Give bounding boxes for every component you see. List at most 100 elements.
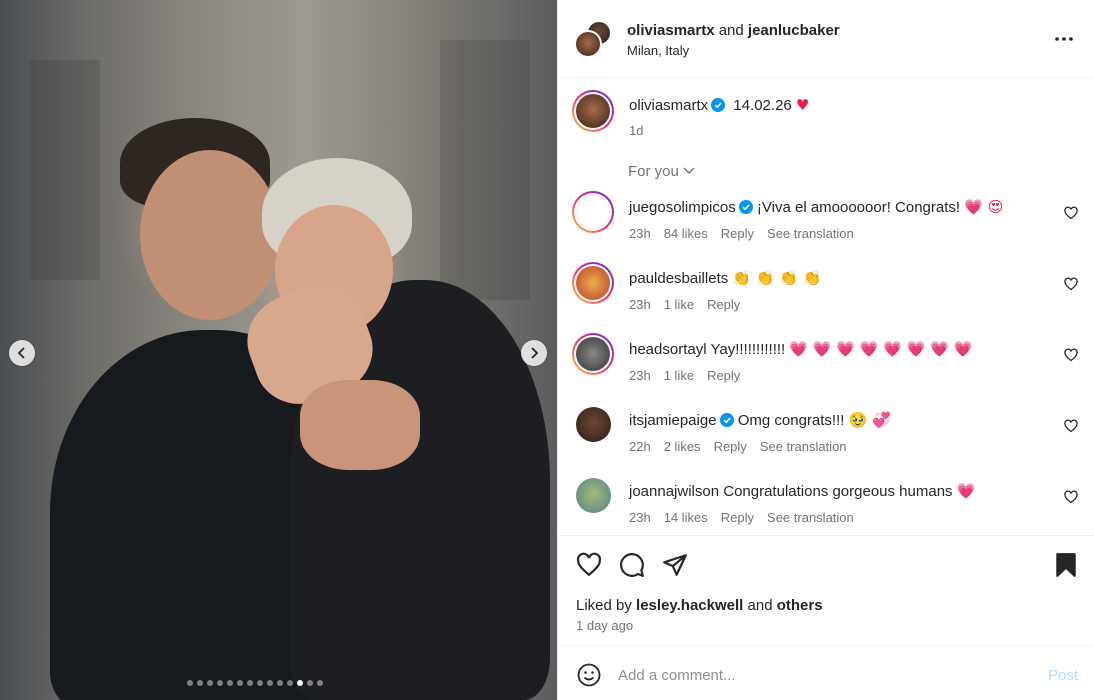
liked-by: Liked by lesley.hackwell and others	[576, 597, 823, 614]
comment-likes-link[interactable]: 14 likes	[664, 510, 708, 525]
comment-meta: 22h 2 likes Reply See translation	[629, 439, 860, 454]
previous-photo-button[interactable]	[9, 340, 35, 366]
collab-avatars[interactable]	[574, 20, 612, 58]
comments-filter-dropdown[interactable]: For you	[628, 163, 695, 180]
comments-filter-label: For you	[628, 163, 679, 180]
like-heart-icon[interactable]	[576, 552, 602, 578]
carousel-dot	[297, 680, 303, 686]
heart-emoji: ♥	[795, 96, 810, 114]
avatar	[574, 30, 602, 58]
comment-like-heart-icon[interactable]	[1064, 419, 1078, 433]
caption-time: 1d	[629, 123, 644, 138]
comment-text: joannajwilson Congratulations gorgeous h…	[629, 482, 975, 500]
comment-bubble-icon[interactable]	[619, 552, 645, 578]
see-translation-button[interactable]: See translation	[767, 510, 854, 525]
see-translation-button[interactable]: See translation	[767, 226, 854, 241]
comment-likes-link[interactable]: 2 likes	[664, 439, 701, 454]
comment-meta: 23h 84 likes Reply See translation	[629, 226, 867, 241]
post-actions: Liked by lesley.hackwell and others 1 da…	[558, 535, 1094, 645]
caption-avatar[interactable]	[572, 90, 614, 132]
comment-text: pauldesbaillets 👏 👏 👏 👏	[629, 269, 821, 287]
comment-reply-button[interactable]: Reply	[721, 226, 754, 241]
emoji-smile-icon[interactable]	[577, 663, 601, 687]
liked-by-others-link[interactable]: others	[777, 597, 823, 614]
comment-time: 23h	[629, 297, 651, 312]
carousel-dot	[207, 680, 213, 686]
caption-text: 14.02.26	[733, 97, 792, 114]
comment-reply-button[interactable]: Reply	[714, 439, 747, 454]
comment-composer: Post	[558, 645, 1094, 700]
comment-reply-button[interactable]: Reply	[707, 368, 740, 383]
chevron-down-icon	[683, 167, 695, 174]
comment-likes-link[interactable]: 1 like	[664, 297, 694, 312]
comment-username[interactable]: joannajwilson	[629, 483, 719, 500]
commenter-avatar[interactable]	[572, 262, 614, 304]
comment-username[interactable]: headsortayl	[629, 341, 707, 358]
comment-input[interactable]	[618, 663, 1018, 687]
authors-and: and	[718, 22, 744, 39]
comment-likes-link[interactable]: 1 like	[664, 368, 694, 383]
next-photo-button[interactable]	[521, 340, 547, 366]
comment-meta: 23h 1 like Reply	[629, 297, 753, 312]
comment-reply-button[interactable]: Reply	[707, 297, 740, 312]
caption-username[interactable]: oliviasmartx	[629, 97, 708, 114]
share-send-icon[interactable]	[662, 552, 688, 578]
carousel-dots	[187, 680, 323, 686]
comment-like-heart-icon[interactable]	[1064, 348, 1078, 362]
carousel-dot	[317, 680, 323, 686]
comment-time: 23h	[629, 226, 651, 241]
comment-emoji: 🥹 💞	[848, 411, 891, 429]
liked-by-and: and	[747, 597, 773, 614]
location-link[interactable]: Milan, Italy	[627, 43, 689, 58]
author-secondary-link[interactable]: jeanlucbaker	[748, 22, 840, 39]
comment-like-heart-icon[interactable]	[1064, 206, 1078, 220]
photo-hand	[300, 380, 420, 470]
comment-username[interactable]: pauldesbaillets	[629, 270, 728, 287]
comment-time: 23h	[629, 368, 651, 383]
carousel-dot	[307, 680, 313, 686]
verified-badge-icon	[719, 413, 734, 427]
carousel-dot	[187, 680, 193, 686]
comment-body: ¡Viva el amoooooor! Congrats!	[756, 199, 961, 216]
comment-meta: 23h 1 like Reply	[629, 368, 753, 383]
comment-text: itsjamiepaige Omg congrats!!! 🥹 💞	[629, 411, 891, 429]
post-authors: oliviasmartx and jeanlucbaker	[627, 22, 840, 39]
comment-text: juegosolimpicos ¡Viva el amoooooor! Cong…	[629, 198, 1003, 216]
more-options-button[interactable]	[1052, 30, 1076, 48]
post-date: 1 day ago	[576, 618, 634, 633]
comment-body: Yay!!!!!!!!!!!!	[710, 341, 786, 358]
commenter-avatar[interactable]	[576, 478, 611, 513]
carousel-dot	[227, 680, 233, 686]
carousel-dot	[247, 680, 253, 686]
comment-username[interactable]: juegosolimpicos	[629, 199, 736, 216]
comment-likes-link[interactable]: 84 likes	[664, 226, 708, 241]
verified-badge-icon	[711, 98, 726, 112]
commenter-avatar[interactable]	[572, 333, 614, 375]
liked-by-prefix: Liked by	[576, 597, 632, 614]
save-bookmark-icon[interactable]	[1053, 552, 1079, 578]
carousel-dot	[257, 680, 263, 686]
caption: oliviasmartx 14.02.26 ♥	[629, 96, 809, 114]
see-translation-button[interactable]: See translation	[760, 439, 847, 454]
comment-username[interactable]: itsjamiepaige	[629, 412, 717, 429]
comment-reply-button[interactable]: Reply	[721, 510, 754, 525]
comment-emoji: 💗 💗 💗 💗 💗 💗 💗 💗	[789, 340, 973, 358]
chevron-left-icon	[17, 347, 25, 359]
comment-like-heart-icon[interactable]	[1064, 490, 1078, 504]
comment-emoji: 👏 👏 👏 👏	[732, 269, 822, 287]
carousel-dot	[267, 680, 273, 686]
carousel-dot	[287, 680, 293, 686]
commenter-avatar[interactable]	[572, 191, 614, 233]
commenter-avatar[interactable]	[576, 407, 611, 442]
carousel-dot	[277, 680, 283, 686]
carousel-dot	[217, 680, 223, 686]
comment-emoji: 💗 😍	[964, 198, 1004, 216]
author-primary-link[interactable]: oliviasmartx	[627, 22, 715, 39]
liked-by-user-link[interactable]: lesley.hackwell	[636, 597, 743, 614]
post-comment-button[interactable]: Post	[1048, 667, 1078, 684]
photo-background-building	[440, 40, 530, 300]
more-horizontal-icon	[1055, 37, 1073, 41]
comment-time: 22h	[629, 439, 651, 454]
comment-like-heart-icon[interactable]	[1064, 277, 1078, 291]
post-photo[interactable]	[0, 0, 557, 700]
